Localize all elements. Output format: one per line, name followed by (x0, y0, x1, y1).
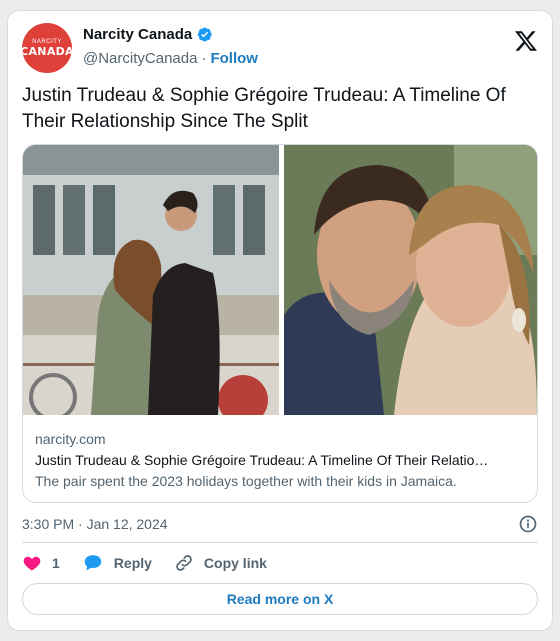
heart-icon (23, 556, 41, 571)
x-logo-icon[interactable] (514, 29, 538, 53)
link-preview-card[interactable]: narcity.com Justin Trudeau & Sophie Grég… (22, 144, 538, 503)
verified-badge-icon (197, 27, 212, 42)
copy-link-button[interactable]: Copy link (174, 553, 267, 573)
follow-link[interactable]: Follow (210, 50, 258, 67)
link-title[interactable]: Justin Trudeau & Sophie Grégoire Trudeau… (35, 450, 525, 470)
avatar[interactable]: NARCITY CANADA (22, 23, 72, 73)
post-header: NARCITY CANADA Narcity Canada @NarcityCa… (22, 23, 538, 75)
divider (22, 542, 538, 543)
info-icon[interactable] (518, 514, 538, 534)
author-handle[interactable]: @NarcityCanada (83, 50, 197, 67)
reply-button[interactable]: Reply (82, 553, 152, 573)
name-row: Narcity Canada (83, 26, 213, 43)
post-text: Justin Trudeau & Sophie Grégoire Trudeau… (22, 85, 506, 132)
author-display-name[interactable]: Narcity Canada (83, 26, 192, 43)
timestamp-row: 3:30 PM · Jan 12, 2024 (22, 513, 538, 535)
link-preview-photos[interactable] (23, 145, 537, 415)
read-more-button[interactable]: Read more on X (22, 583, 538, 615)
handle-row: @NarcityCanada · Follow (83, 50, 258, 67)
link-preview-meta: narcity.com Justin Trudeau & Sophie Grég… (35, 429, 525, 491)
copy-link-label: Copy link (203, 555, 267, 571)
post-timestamp[interactable]: 3:30 PM · Jan 12, 2024 (22, 516, 168, 532)
reply-label: Reply (113, 555, 152, 571)
action-bar: 1 Reply Copy link (22, 551, 289, 575)
couple-selfie-photo (284, 145, 537, 415)
handle-separator: · (201, 50, 207, 67)
link-icon (176, 555, 192, 571)
reply-bubble-icon (84, 555, 101, 571)
embedded-post-card: NARCITY CANADA Narcity Canada @NarcityCa… (7, 10, 553, 631)
avatar-text-big: CANADA (22, 44, 72, 58)
link-description: The pair spent the 2023 holidays togethe… (35, 473, 457, 489)
like-button[interactable]: 1 (22, 553, 60, 573)
couple-street-photo (23, 145, 279, 415)
like-count: 1 (52, 555, 60, 571)
link-domain: narcity.com (35, 431, 106, 447)
